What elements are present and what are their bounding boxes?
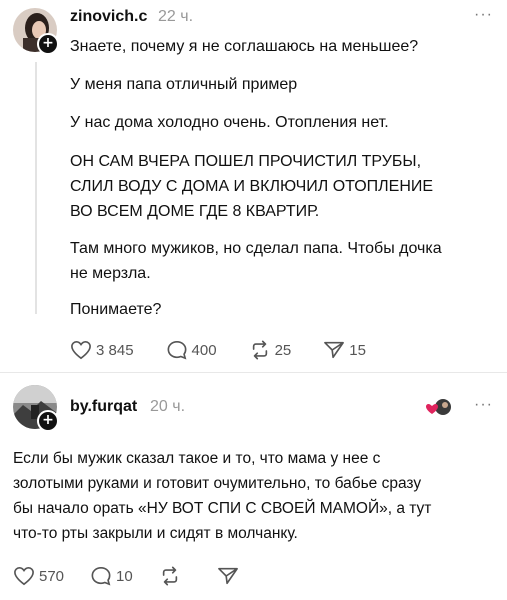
more-options-icon[interactable]: ··· [474,396,493,414]
heart-icon [71,340,91,360]
post-text-line: что-то рты закрыли и сидят в молчанку. [13,525,298,542]
like-button[interactable]: 3 845 [70,340,134,360]
post-text-line: не мерзла. [70,265,151,282]
username[interactable]: by.furqat [70,398,137,416]
share-button[interactable]: 15 [323,340,366,360]
username[interactable]: zinovich.c [70,8,147,26]
post-text-line: Знаете, почему я не соглашаюсь на меньше… [70,38,419,55]
repost-icon [162,566,177,586]
post-text-line: Понимаете? [70,301,162,318]
post-actions: 570 10 [13,566,261,586]
divider [0,372,507,373]
send-icon [217,567,238,585]
more-options-icon[interactable]: ··· [474,6,493,24]
repost-count: 25 [274,341,292,359]
timestamp: 20 ч. [150,398,186,415]
post-text-line: бы начало орать «НУ ВОТ СПИ С СВОЕЙ МАМО… [13,500,432,517]
like-count: 3 845 [96,341,134,359]
comment-button[interactable]: 400 [166,340,217,360]
post-text-line: СЛИЛ ВОДУ С ДОМА И ВКЛЮЧИЛ ОТОПЛЕНИЕ [70,178,434,195]
post-text-line: ВО ВСЕМ ДОМЕ ГДЕ 8 КВАРТИР. [70,203,320,220]
comment-count: 10 [116,567,133,585]
repost-button[interactable]: 25 [249,340,292,360]
post-actions: 3 845 400 25 15 [70,340,384,360]
post-text-line: У нас дома холодно очень. Отопления нет. [70,114,389,131]
comment-count: 400 [191,341,217,359]
post-text-line: Если бы мужик сказал такое и то, что мам… [13,450,381,467]
post-text-line: ОН САМ ВЧЕРА ПОШЕЛ ПРОЧИСТИЛ ТРУБЫ, [70,153,422,170]
send-icon [324,341,345,359]
comment-bubble-icon [167,340,187,360]
post-text-line: Там много мужиков, но сделал папа. Чтобы… [70,240,442,257]
comment-bubble-icon [91,566,111,586]
repost-icon [252,340,267,360]
thread-line [35,62,37,314]
post-text-line: золотыми руками и готовит очумительно, т… [13,475,422,492]
comment-button[interactable]: 10 [90,566,133,586]
repost-button[interactable] [159,566,185,586]
post-text-line: У меня папа отличный пример [70,76,298,93]
timestamp: 22 ч. [158,8,194,25]
like-count: 570 [39,567,65,585]
follow-plus-icon[interactable]: + [37,33,59,55]
share-button[interactable] [217,566,243,586]
heart-avatar-icon [425,397,455,419]
like-button[interactable]: 570 [13,566,64,586]
share-count: 15 [349,341,366,359]
heart-icon [14,566,34,586]
follow-plus-icon[interactable]: + [37,410,59,432]
